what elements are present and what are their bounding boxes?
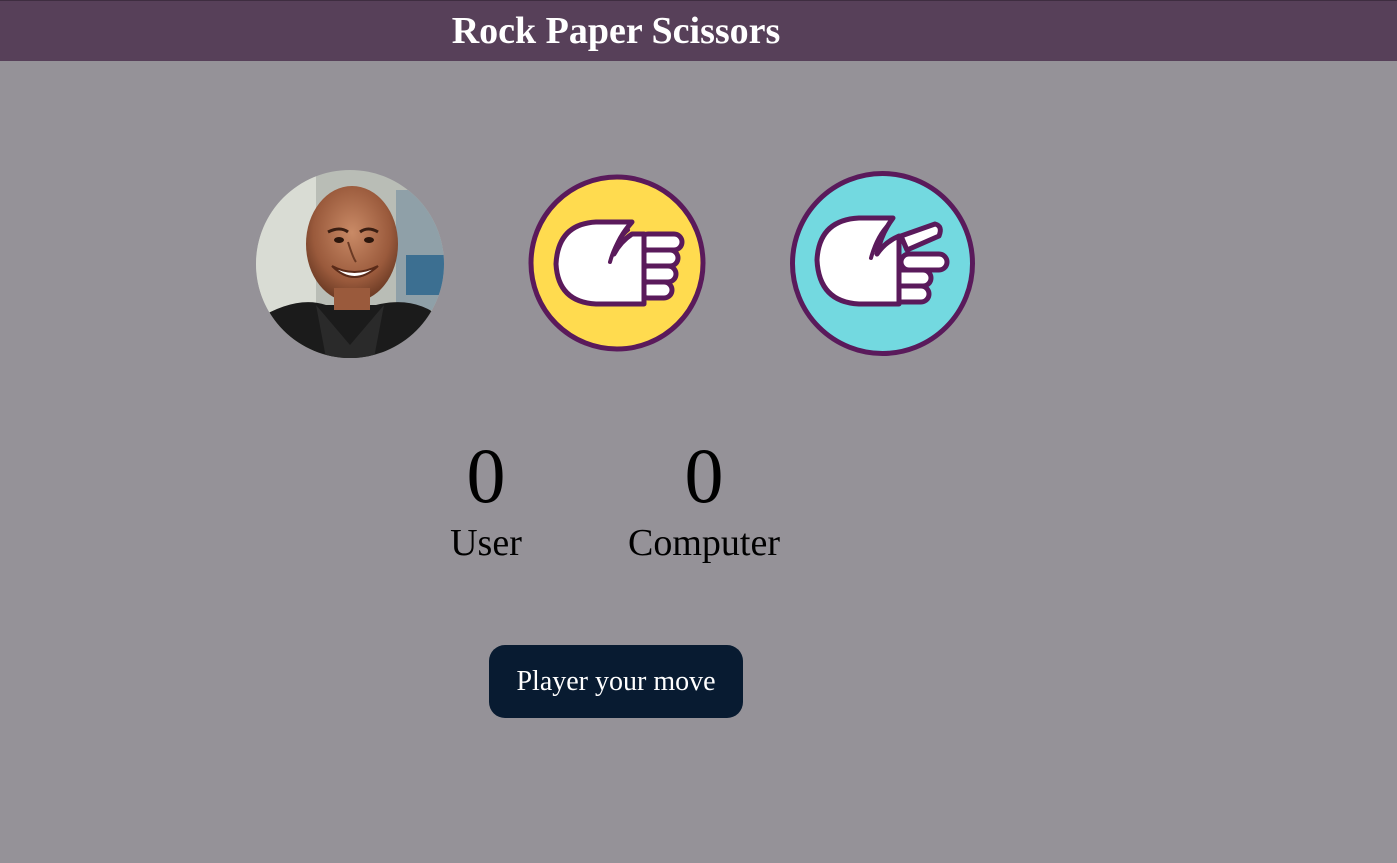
scissors-hand-icon <box>790 171 975 356</box>
status-message: Player your move <box>489 645 743 718</box>
user-score: 0 <box>466 432 506 519</box>
navbar: Rock Paper Scissors <box>0 0 1397 61</box>
paper-choice[interactable] <box>528 174 706 352</box>
computer-score: 0 <box>684 432 724 519</box>
user-score-label: User <box>450 522 522 564</box>
rock-choice[interactable] <box>256 170 444 358</box>
rock-face-photo <box>256 170 444 358</box>
computer-score-label: Computer <box>628 522 780 564</box>
page-title: Rock Paper Scissors <box>451 10 781 52</box>
scissors-choice[interactable] <box>789 170 976 357</box>
paper-hand-icon <box>528 174 706 352</box>
